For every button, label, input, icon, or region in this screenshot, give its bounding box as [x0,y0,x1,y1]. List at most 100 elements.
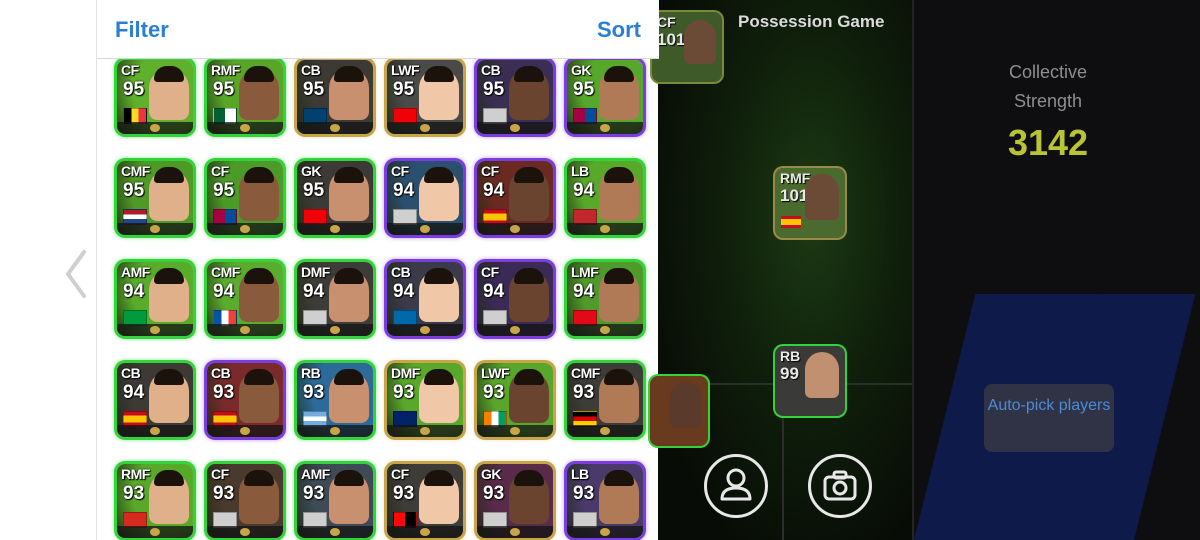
player-hair [604,268,634,284]
player-position: LWF [391,62,420,78]
player-position: CF [211,466,229,482]
player-rating: 94 [393,180,415,201]
skill-badge-icon [330,124,340,132]
player-rating: 95 [213,180,235,201]
player-card[interactable]: CB 95 [477,60,553,134]
player-rating: 94 [213,281,235,302]
pitch-player-card[interactable] [650,376,708,446]
player-card[interactable]: AMF 93 [297,464,373,538]
player-position: LWF [481,365,510,381]
player-card[interactable]: LWF 95 [387,60,463,134]
player-card[interactable]: CF 94 [387,161,463,235]
collective-strength-value: 3142 [1007,122,1089,163]
player-card[interactable]: CF 95 [117,60,193,134]
person-icon [720,468,752,501]
player-card[interactable]: CB 95 [297,60,373,134]
player-position: CF [391,466,409,482]
player-rating: 93 [483,483,505,504]
player-rating: 93 [573,382,595,403]
player-rating: 93 [393,483,415,504]
player-hair [424,470,454,486]
player-position: GK [571,62,592,78]
skill-badge-icon [150,225,160,233]
player-hair [514,167,544,183]
player-portrait [684,20,716,64]
player-card[interactable]: RMF 95 [207,60,283,134]
skill-badge-icon [420,427,430,435]
skill-badge-icon [600,124,610,132]
player-card[interactable]: LB 93 [567,464,643,538]
player-card[interactable]: RMF 93 [117,464,193,538]
player-hair [514,268,544,284]
player-card[interactable]: GK 93 [477,464,553,538]
player-position: CF [121,62,139,78]
player-position: GK [481,466,502,482]
player-rating: 94 [573,180,595,201]
player-rating: 93 [303,483,325,504]
player-hair [334,470,364,486]
player-card[interactable]: DMF 93 [387,363,463,437]
player-position: GK [301,163,322,179]
player-position: LMF [571,264,599,280]
player-rating: 93 [213,483,235,504]
player-position: CMF [571,365,600,381]
player-hair [604,66,634,82]
player-hair [334,66,364,82]
player-card[interactable]: LMF 94 [567,262,643,336]
player-picker-panel: Filter Sort CF 95 RMF 95 CB 95 LWF 95 CB 95 GK 95 CM… [96,0,659,540]
player-rating: 95 [213,79,235,100]
player-card[interactable]: CMF 93 [567,363,643,437]
player-rating: 93 [213,382,235,403]
player-card[interactable]: CF 95 [207,161,283,235]
skill-badge-icon [420,326,430,334]
player-card[interactable]: DMF 94 [297,262,373,336]
player-position: CB [121,365,141,381]
player-card[interactable]: CF 94 [477,161,553,235]
player-card[interactable]: RB 93 [297,363,373,437]
auto-pick-players-button[interactable]: Auto-pick players [984,384,1114,452]
player-hair [244,167,274,183]
pitch-player-card[interactable]: CF 101 [652,12,722,82]
player-card[interactable]: GK 95 [297,161,373,235]
sort-button[interactable]: Sort [597,17,641,43]
player-card[interactable]: CMF 94 [207,262,283,336]
player-card[interactable]: CF 93 [207,464,283,538]
player-card[interactable]: LB 94 [567,161,643,235]
skill-badge-icon [150,528,160,536]
pitch-player-card[interactable]: RMF 101 [775,168,845,238]
player-profile-button[interactable] [704,454,768,518]
player-position: DMF [391,365,420,381]
player-rating: 93 [123,483,145,504]
player-position: LB [571,466,589,482]
skill-badge-icon [330,225,340,233]
camera-button[interactable] [808,454,872,518]
skill-badge-icon [600,528,610,536]
skill-badge-icon [420,124,430,132]
player-card[interactable]: CB 94 [387,262,463,336]
skill-badge-icon [510,528,520,536]
filter-button[interactable]: Filter [115,17,169,43]
player-position: RB [780,348,801,364]
player-position: CMF [121,163,150,179]
skill-badge-icon [600,326,610,334]
player-card[interactable]: CB 94 [117,363,193,437]
pitch-player-card[interactable]: RB 99 [775,346,845,416]
skill-badge-icon [510,225,520,233]
player-card[interactable]: CF 93 [387,464,463,538]
player-card[interactable]: AMF 94 [117,262,193,336]
player-rating: 95 [303,180,325,201]
player-card[interactable]: GK 95 [567,60,643,134]
player-position: CF [481,264,499,280]
player-card[interactable]: CF 94 [477,262,553,336]
player-card[interactable]: CMF 95 [117,161,193,235]
player-rating: 95 [123,79,145,100]
player-rating: 94 [483,281,505,302]
player-position: CMF [211,264,240,280]
player-card[interactable]: LWF 93 [477,363,553,437]
chevron-left-icon[interactable] [62,248,90,300]
player-hair [604,369,634,385]
player-portrait [805,352,839,398]
player-card[interactable]: CB 93 [207,363,283,437]
skill-badge-icon [420,528,430,536]
auto-pick-label: Auto-pick players [987,397,1111,414]
